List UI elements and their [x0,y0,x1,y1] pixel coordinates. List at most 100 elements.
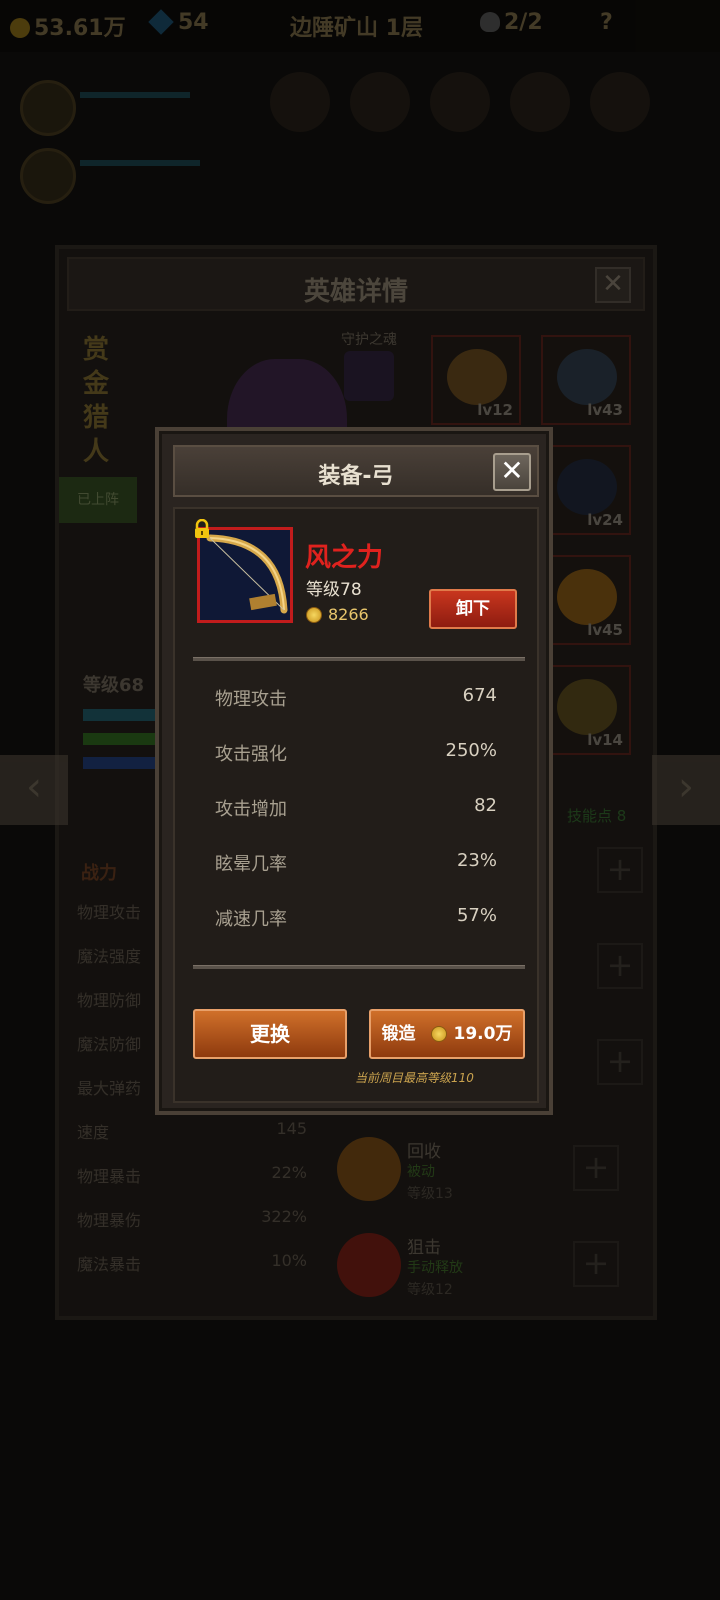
gold-coin-icon [10,18,30,38]
plus-icon[interactable]: + [597,847,643,893]
plus-icon[interactable]: + [597,943,643,989]
modal-body: 风之力 等级78 8266 卸下 物理攻击 674 攻击强化 250% 攻击增加… [173,507,539,1103]
forge-cost: 19.0万 [453,1024,513,1044]
location-title: 边陲矿山 1层 [290,16,423,41]
attribute-name: 眩晕几率 [215,854,287,875]
help-icon[interactable]: ? [600,10,613,35]
necklace-icon [557,349,617,405]
attribute-row: 眩晕几率 23% [215,850,497,880]
helmet-icon [447,349,507,405]
attribute-value: 674 [462,685,497,706]
item-frame[interactable] [197,527,293,623]
gear-icon [337,1137,401,1201]
skill-name: 狙击 [407,1238,441,1258]
attribute-row: 减速几率 57% [215,905,497,935]
skill-name: 回收 [407,1142,441,1162]
skill-row[interactable]: 狙击 手动释放 等级12 + [327,1225,629,1311]
item-price: 8266 [306,605,369,624]
hero-list-avatar[interactable] [20,80,76,136]
equipment-slot-necklace[interactable]: lv43 [541,335,631,425]
equipment-level: lv45 [587,621,623,639]
top-hud: 53.61万 54 边陲矿山 1层 2/2 ? [0,0,720,52]
arrow-right-icon[interactable]: › [652,755,720,825]
top-equipment-icon [510,72,570,132]
guard-soul-icon[interactable] [344,351,394,401]
equipment-slot-shield[interactable]: lv14 [541,665,631,755]
hero-exp-bar [83,709,163,721]
divider [193,965,525,969]
forge-button[interactable]: 锻造 19.0万 [369,1009,525,1059]
item-level: 等级78 [306,580,362,600]
equipment-modal: 装备-弓 ✕ 风之力 等级78 8266 卸下 物理攻击 674 攻击强化 25… [155,427,553,1115]
top-equipment-icon [270,72,330,132]
kill-count: 2/2 [504,10,543,35]
top-equipment-icon [350,72,410,132]
equipment-slot-ring[interactable]: lv45 [541,555,631,645]
plus-icon[interactable]: + [597,1039,643,1085]
equipment-level: lv24 [587,511,623,529]
attribute-value: 250% [445,740,497,761]
hero-name: 赏金猎人 [83,335,110,467]
ring-icon [557,569,617,625]
plus-icon[interactable]: + [573,1145,619,1191]
gem-icon [148,9,174,35]
top-equipment-icon [430,72,490,132]
gold-display: 53.61万 [10,10,126,42]
hero-level: 等级68 [83,675,145,696]
skill-row[interactable]: 回收 被动 等级13 + [327,1129,629,1215]
attribute-row: 物理攻击 674 [215,685,497,715]
skill-type: 被动 [407,1164,435,1180]
modal-title: 装备-弓 [318,464,394,489]
shield-icon [557,679,617,735]
forge-label: 锻造 [381,1024,416,1044]
skill-points: 技能点 8 [567,807,627,825]
kill-counter: 2/2 [480,10,543,35]
equipment-slot-helmet[interactable]: lv12 [431,335,521,425]
equipment-level: lv12 [477,401,513,419]
hero-panel-header: 英雄详情 ✕ [67,257,645,311]
equipment-level: lv43 [587,401,623,419]
max-level-note: 当前周目最高等级110 [355,1071,474,1085]
gem-display: 54 [148,9,209,35]
guard-soul-label: 守护之魂 [341,332,397,348]
equipment-slot-armor[interactable]: lv24 [541,445,631,535]
skill-level: 等级13 [407,1186,453,1202]
equipment-level: lv14 [587,731,623,749]
replace-button[interactable]: 更换 [193,1009,347,1059]
gold-coin-icon [306,607,322,623]
stat-row: 速度 145 [77,1119,307,1142]
lock-icon[interactable] [193,519,211,539]
hero-panel-title: 英雄详情 [303,277,408,307]
arrow-left-icon[interactable]: ‹ [0,755,68,825]
attribute-value: 57% [456,905,497,926]
top-equipment-icon [590,72,650,132]
attribute-value: 23% [456,850,497,871]
item-name: 风之力 [305,543,384,573]
close-icon[interactable]: ✕ [493,453,531,491]
gem-amount: 54 [178,10,209,35]
skill-level: 等级12 [407,1282,453,1298]
hero-close-icon[interactable]: ✕ [595,267,631,303]
crosshair-icon [337,1233,401,1297]
hero-list-bar [80,160,200,166]
hero-list-avatar[interactable] [20,148,76,204]
attribute-value: 82 [474,795,497,816]
attribute-row: 攻击强化 250% [215,740,497,770]
attribute-name: 物理攻击 [215,689,287,710]
hero-list-bar [80,92,190,98]
gold-amount: 53.61万 [34,16,126,41]
modal-header: 装备-弓 ✕ [173,445,539,497]
gold-coin-icon [431,1026,448,1042]
unequip-button[interactable]: 卸下 [429,589,517,629]
skull-icon [480,12,500,32]
stat-row: 物理暴伤 322% [77,1207,307,1230]
armor-icon [557,459,617,515]
hero-hp-bar [83,733,163,745]
combat-power-label: 战力 [81,863,117,884]
item-price-value: 8266 [328,605,369,624]
hero-mp-bar [83,757,163,769]
plus-icon[interactable]: + [573,1241,619,1287]
attribute-name: 攻击增加 [215,799,287,820]
attribute-name: 攻击强化 [215,744,287,765]
attribute-row: 攻击增加 82 [215,795,497,825]
